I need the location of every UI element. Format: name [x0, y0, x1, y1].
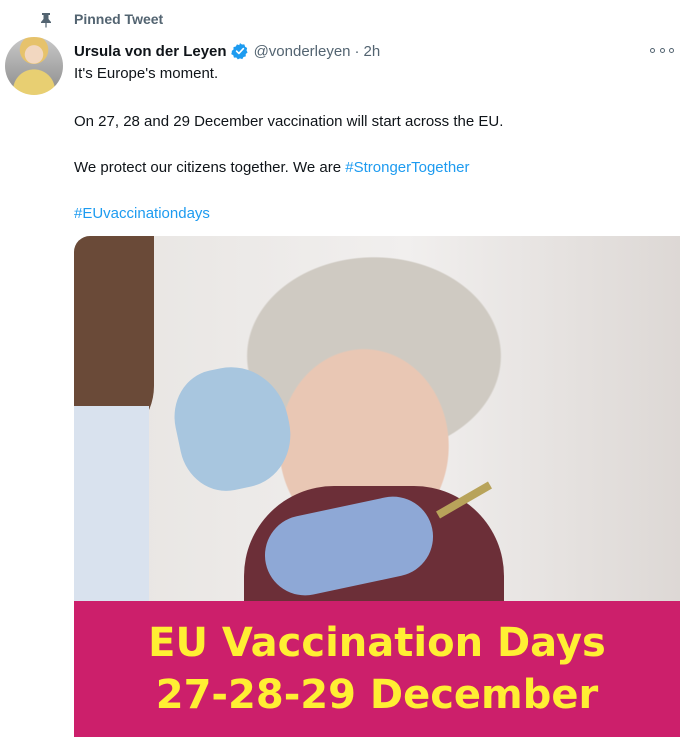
tweet-time[interactable]: 2h: [364, 43, 381, 60]
tweet-header: Ursula von der Leyen @vonderleyen · 2h: [74, 40, 380, 62]
hashtag-link[interactable]: #EUvaccinationdays: [74, 205, 210, 222]
verified-badge-icon: [230, 43, 248, 60]
author-handle[interactable]: @vonderleyen: [254, 43, 351, 60]
media-photo: [74, 236, 680, 626]
photo-element: [74, 406, 149, 601]
author-name[interactable]: Ursula von der Leyen: [74, 43, 227, 60]
banner-dates: 27-28-29 December: [155, 672, 599, 718]
more-dot-icon: [650, 47, 655, 53]
media-banner: EU Vaccination Days 27-28-29 December: [74, 601, 680, 737]
tweet-text-prefix: We protect our citizens together. We are: [74, 159, 346, 176]
more-options-button[interactable]: [650, 41, 674, 59]
more-dot-icon: [659, 47, 665, 53]
tweet-text-line: We protect our citizens together. We are…: [74, 158, 470, 178]
more-dot-icon: [669, 47, 674, 53]
pin-icon: [41, 13, 51, 28]
pinned-label: Pinned Tweet: [74, 11, 164, 27]
tweet-media[interactable]: EU Vaccination Days 27-28-29 December: [74, 236, 680, 737]
tweet-text-line: It's Europe's moment.: [74, 65, 219, 82]
avatar[interactable]: [5, 37, 63, 95]
hashtag-link[interactable]: #StrongerTogether: [345, 159, 469, 176]
pinned-row: Pinned Tweet: [38, 10, 163, 30]
photo-element: [165, 356, 301, 500]
tweet-text-line: #EUvaccinationdays: [74, 204, 210, 224]
separator: ·: [354, 42, 360, 60]
banner-title: EU Vaccination Days: [148, 620, 606, 666]
tweet-text-line: On 27, 28 and 29 December vaccination wi…: [74, 113, 504, 130]
